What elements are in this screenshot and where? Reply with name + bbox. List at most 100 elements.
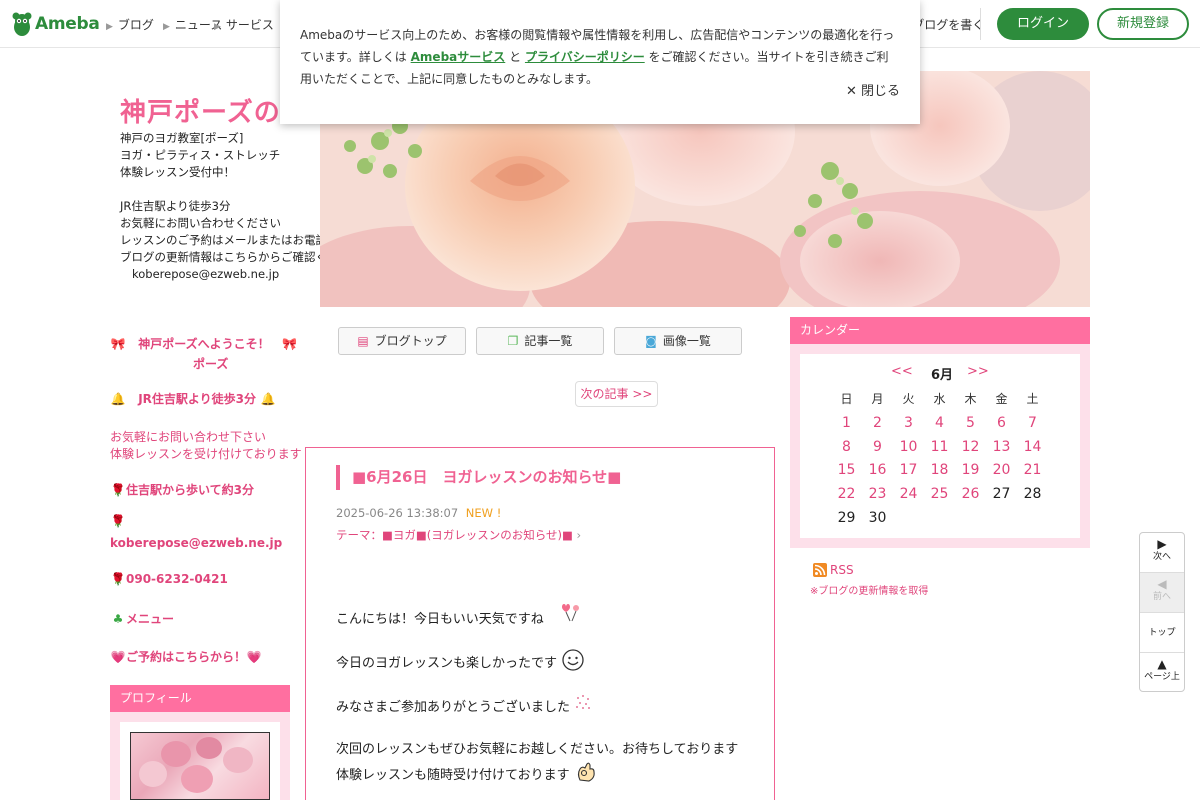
nav-label: ブログ: [117, 18, 154, 32]
entry-theme-link[interactable]: テーマ：■ヨガ■(ヨガレッスンのお知らせ)■ ›: [336, 527, 581, 543]
pager-page-top-label: ページ上: [1144, 672, 1180, 682]
calendar-day[interactable]: 19: [955, 459, 986, 483]
tab-image-list[interactable]: ◙ 画像一覧: [614, 327, 742, 355]
address-row: 🌹住吉駅から歩いて約3分: [110, 481, 254, 498]
calendar-weekday: 土: [1026, 392, 1039, 406]
profile-box: プロフィール: [110, 685, 290, 800]
entry-line-text: みなさまご参加ありがとうございました: [336, 700, 571, 715]
reserve-text: ご予約はこちらから！: [126, 650, 247, 664]
pager-prev-label: 前へ: [1152, 592, 1171, 602]
heart-icon: 💗: [246, 650, 262, 664]
reserve-link[interactable]: 💗ご予約はこちらから！💗: [110, 648, 262, 665]
nav-link-service[interactable]: ▶ サービス: [214, 16, 274, 33]
note-line-2: 体験レッスンを受け付けております: [110, 447, 302, 461]
calendar-day: 28: [1023, 486, 1042, 503]
calendar-day: [955, 507, 986, 531]
desc-email: koberepose@ezweb.ne.jp: [132, 267, 280, 281]
tab-blog-top[interactable]: ▤ ブログトップ: [338, 327, 466, 355]
calendar-day[interactable]: 20: [986, 459, 1017, 483]
rss-link[interactable]: RSS: [813, 563, 854, 577]
ameba-service-link[interactable]: Amebaサービス: [411, 50, 506, 64]
desc-line: 体験レッスン受付中！: [120, 165, 235, 179]
calendar-day[interactable]: 7: [1017, 412, 1048, 436]
signup-button[interactable]: 新規登録: [1097, 8, 1189, 40]
calendar-day[interactable]: 25: [924, 483, 955, 507]
calendar-next-month[interactable]: >>: [967, 364, 989, 379]
note-line-1: お気軽にお問い合わせ下さい: [110, 430, 267, 444]
welcome-text: 神戸ポーズへようこそ！: [138, 337, 270, 351]
tab-entry-list[interactable]: ❐ 記事一覧: [476, 327, 604, 355]
blog-title[interactable]: 神戸ポーズのブログ日記: [120, 92, 290, 129]
new-badge: NEW !: [465, 506, 502, 520]
entry-title[interactable]: ■6月26日 ヨガレッスンのお知らせ■: [336, 465, 621, 490]
heart-balloon-icon: [561, 603, 579, 621]
entry-date: 2025-06-26 13:38:07: [336, 506, 459, 520]
calendar-weekday: 木: [964, 392, 977, 406]
calendar-weekday: 日: [840, 392, 853, 406]
calendar-title: カレンダー: [790, 317, 1090, 344]
calendar-day[interactable]: 14: [1017, 436, 1048, 460]
calendar-week-row: 22 23 24 25 26 27 28: [831, 483, 1048, 507]
calendar-widget: カレンダー << 6月 >> 日月火水木金土 1 2 3 4 5 6 7 8 9 10 11 12 13 1…: [790, 317, 1090, 548]
pager-page-top[interactable]: ▲ ページ上: [1140, 653, 1184, 691]
calendar-day[interactable]: 3: [893, 412, 924, 436]
calendar-weekday: 金: [995, 392, 1008, 406]
next-entry-link[interactable]: 次の記事 >>: [575, 381, 658, 407]
entry-theme-text: テーマ：■ヨガ■(ヨガレッスンのお知らせ)■: [336, 528, 573, 542]
calendar-day[interactable]: 6: [986, 412, 1017, 436]
calendar-prev-month[interactable]: <<: [891, 364, 913, 379]
pager-next[interactable]: ▶ 次へ: [1140, 533, 1184, 573]
floating-pager: ▶ 次へ ◀ 前へ トップ ▲ ページ上: [1139, 532, 1185, 692]
caret-right-icon: ▶: [214, 22, 221, 32]
calendar-day[interactable]: 18: [924, 459, 955, 483]
pager-top[interactable]: トップ: [1140, 613, 1184, 653]
login-button[interactable]: ログイン: [997, 8, 1089, 40]
profile-photo[interactable]: [130, 732, 270, 800]
menu-link[interactable]: ♣ メニュー: [110, 610, 174, 627]
email-link[interactable]: koberepose@ezweb.ne.jp: [110, 536, 282, 550]
calendar-day[interactable]: 10: [893, 436, 924, 460]
calendar-day: [893, 507, 924, 531]
nav-link-blog[interactable]: ▶ ブログ: [106, 16, 154, 33]
calendar-day[interactable]: 21: [1017, 459, 1048, 483]
calendar-day[interactable]: 15: [831, 459, 862, 483]
calendar-day[interactable]: 26: [955, 483, 986, 507]
calendar-day[interactable]: 12: [955, 436, 986, 460]
calendar-day[interactable]: 5: [955, 412, 986, 436]
calendar-day[interactable]: 9: [862, 436, 893, 460]
calendar-day[interactable]: 11: [924, 436, 955, 460]
calendar-day[interactable]: 13: [986, 436, 1017, 460]
desc-line: ヨガ・ピラティス・ストレッチ: [120, 148, 281, 162]
privacy-notice-text: Amebaのサービス向上のため、お客様の閲覧情報や属性情報を利用し、広告配信やコ…: [300, 24, 900, 90]
camera-icon: ◙: [645, 334, 657, 348]
entry-line: こんにちは！今日もいい天気ですね: [336, 603, 584, 627]
calendar-day[interactable]: 24: [893, 483, 924, 507]
calendar-day[interactable]: 22: [831, 483, 862, 507]
flower-icon: 🌹: [110, 514, 126, 528]
address-text: 住吉駅から歩いて約3分: [126, 483, 254, 497]
desc-line: お気軽にお問い合わせください: [120, 216, 281, 230]
calendar-day[interactable]: 4: [924, 412, 955, 436]
calendar-day[interactable]: 17: [893, 459, 924, 483]
desc-line: ブログの更新情報はこちらからご確認ください: [120, 250, 362, 264]
calendar-grid: 日月火水木金土 1 2 3 4 5 6 7 8 9 10 11 12 13 14 15 16 17 18 19 20 21…: [831, 388, 1048, 531]
nav-label: サービス: [225, 18, 274, 32]
tab-label: 画像一覧: [662, 334, 711, 348]
blog-description: 神戸のヨガ教室[ポーズ] ヨガ・ピラティス・ストレッチ 体験レッスン受付中！ J…: [120, 130, 362, 283]
notice-close-button[interactable]: ✕ 閉じる: [846, 80, 900, 99]
ameba-logo[interactable]: Ameba: [12, 11, 100, 37]
calendar-day[interactable]: 8: [831, 436, 862, 460]
entry-line: 今日のヨガレッスンも楽しかったです: [336, 648, 585, 672]
rss-icon: [813, 563, 827, 577]
privacy-policy-link[interactable]: プライバシーポリシー: [525, 50, 645, 64]
calendar-month: 6月: [931, 368, 954, 383]
calendar-day[interactable]: 23: [862, 483, 893, 507]
desc-line: JR住吉駅より徒歩3分: [120, 199, 231, 213]
arrow-up-icon: ▲: [1157, 657, 1167, 671]
pager-prev: ◀ 前へ: [1140, 573, 1184, 613]
caret-right-icon: ▶: [106, 22, 113, 32]
blog-entry: ■6月26日 ヨガレッスンのお知らせ■ 2025-06-26 13:38:07 …: [305, 447, 775, 800]
calendar-day[interactable]: 16: [862, 459, 893, 483]
calendar-day[interactable]: 2: [862, 412, 893, 436]
calendar-day[interactable]: 1: [831, 412, 862, 436]
